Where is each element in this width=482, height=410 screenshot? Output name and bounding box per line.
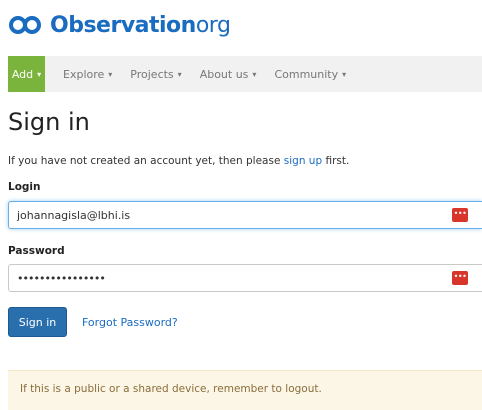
nav-add-label: Add [11,67,34,81]
signup-prompt: If you have not created an account yet, … [8,155,349,167]
logo-text[interactable]: Observationorg [50,12,231,38]
login-input[interactable]: johannagisla@lbhi.is [8,201,482,229]
chevron-down-icon: ▾ [342,69,347,79]
password-manager-icon[interactable]: ••• [452,271,468,285]
nav-explore-label: Explore [63,67,105,81]
signup-link[interactable]: sign up [284,155,322,167]
nav-add-dropdown[interactable]: Add ▾ [8,56,45,92]
signup-prompt-suffix: first. [322,155,350,167]
signin-button[interactable]: Sign in [8,307,67,337]
nav-projects-dropdown[interactable]: Projects ▾ [112,56,181,92]
nav-about-label: About us [199,67,249,81]
logout-notice: If this is a public or a shared device, … [8,370,482,410]
nav-projects-label: Projects [130,67,174,81]
logout-notice-text: If this is a public or a shared device, … [20,383,322,395]
site-header: Observationorg [8,10,231,40]
password-input[interactable]: •••••••••••••••• [8,264,482,292]
password-label: Password [8,245,65,257]
forgot-password-link[interactable]: Forgot Password? [82,316,178,329]
logo-icon[interactable] [8,14,46,36]
nav-about-dropdown[interactable]: About us ▾ [182,56,257,92]
signup-prompt-text: If you have not created an account yet, … [8,155,284,167]
page-title: Sign in [8,108,90,136]
nav-community-dropdown[interactable]: Community ▾ [256,56,346,92]
main-navbar: Add ▾ Explore ▾ Projects ▾ About us ▾ Commun… [8,56,482,92]
logo-tld: org [195,12,231,38]
nav-community-label: Community [274,67,339,81]
password-manager-icon[interactable]: ••• [452,208,468,222]
chevron-down-icon: ▾ [37,69,42,79]
logo-brand: Observation [50,12,196,38]
login-label: Login [8,181,41,193]
nav-explore-dropdown[interactable]: Explore ▾ [45,56,112,92]
